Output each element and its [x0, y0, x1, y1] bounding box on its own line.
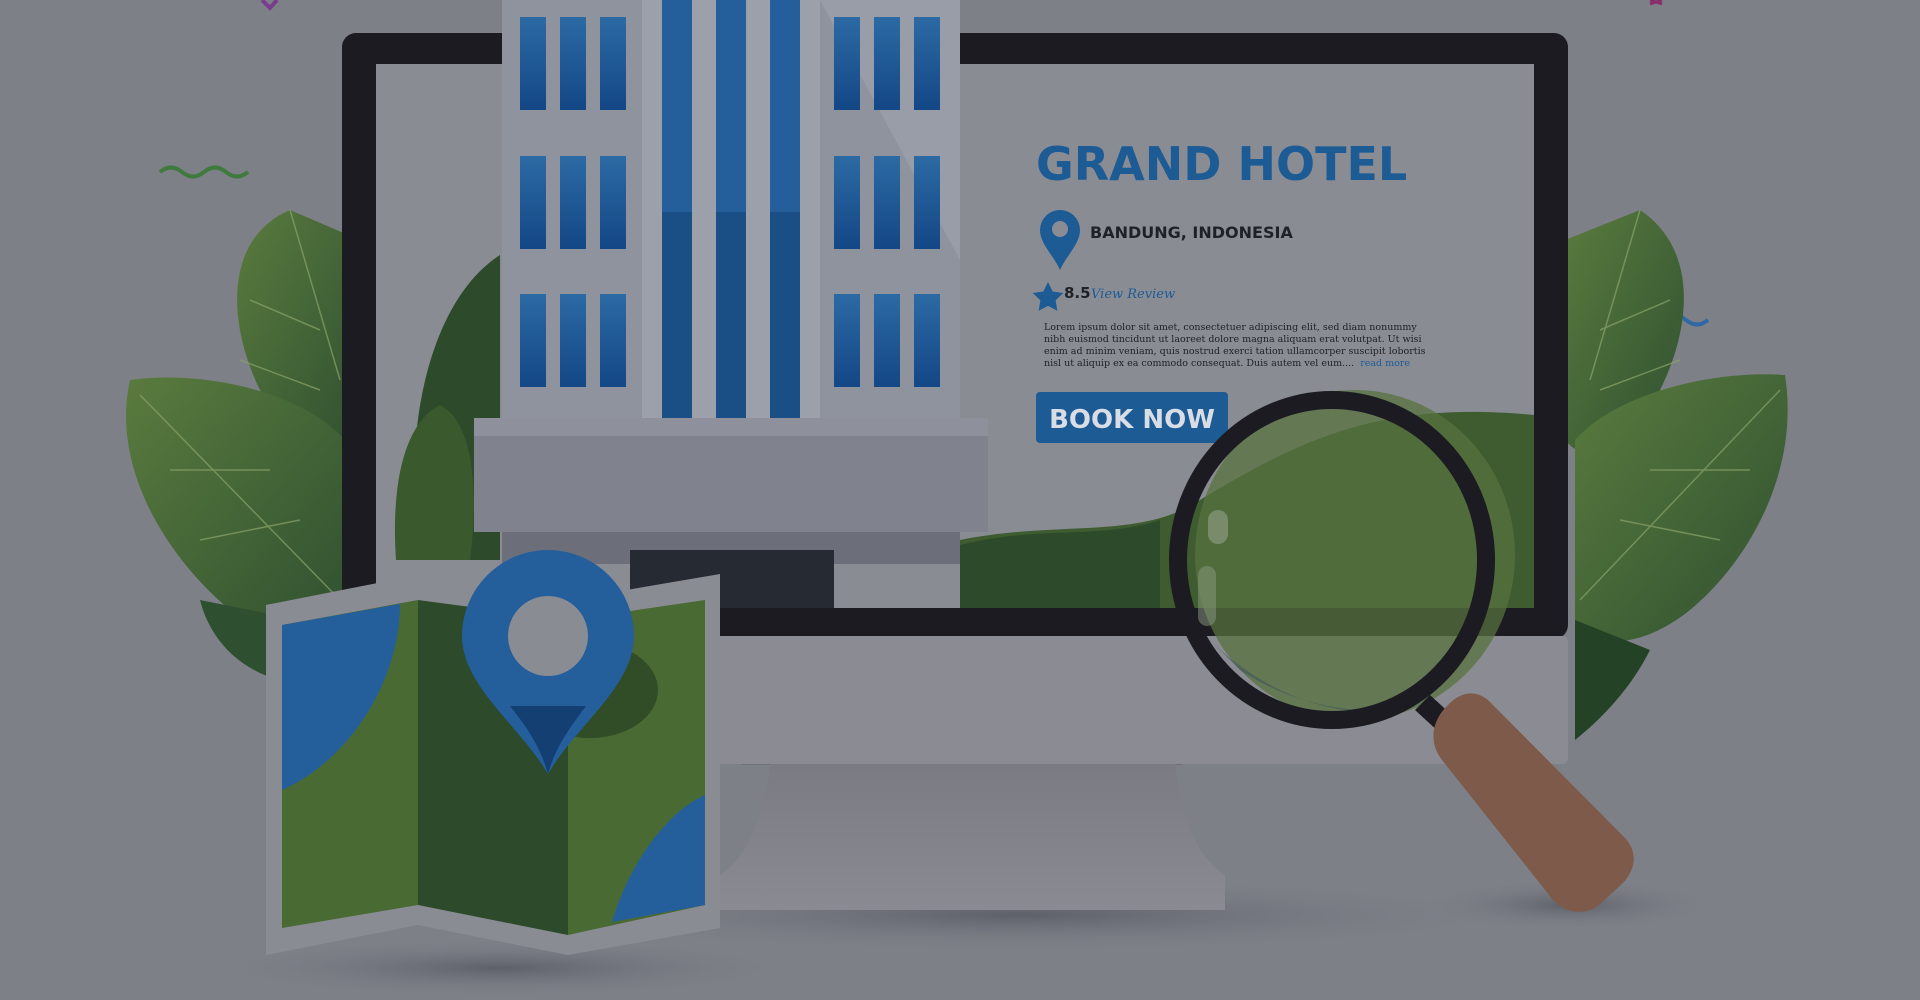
map-icon	[266, 550, 720, 955]
building-windows	[520, 0, 940, 418]
squiggle-decoration	[158, 165, 250, 179]
description-line: enim ad minim veniam, quis nostrud exerc…	[1044, 346, 1426, 357]
description-line: Lorem ipsum dolor sit amet, consectetuer…	[1044, 322, 1417, 333]
hotel-building-illustration	[474, 0, 988, 608]
description-line: nibh euismod tincidunt ut laoreet dolore…	[1044, 334, 1422, 345]
rating-score: 8.5	[1064, 284, 1091, 302]
cross-decoration	[1649, 0, 1663, 6]
book-now-label: BOOK NOW	[1049, 405, 1215, 435]
hotel-location: BANDUNG, INDONESIA	[1090, 223, 1293, 242]
read-more-link[interactable]: read more	[1360, 358, 1410, 369]
sparkle-decoration	[260, 0, 279, 11]
hotel-booking-illustration: GRAND HOTEL BANDUNG, INDONESIA 8.5 View …	[126, 0, 1788, 998]
hotel-title: GRAND HOTEL	[1036, 137, 1407, 191]
view-review-link[interactable]: View Review	[1091, 287, 1175, 302]
book-now-button[interactable]: BOOK NOW	[1036, 392, 1228, 443]
hotel-description: Lorem ipsum dolor sit amet, consectetuer…	[1044, 322, 1426, 369]
right-leaves	[1565, 209, 1788, 740]
